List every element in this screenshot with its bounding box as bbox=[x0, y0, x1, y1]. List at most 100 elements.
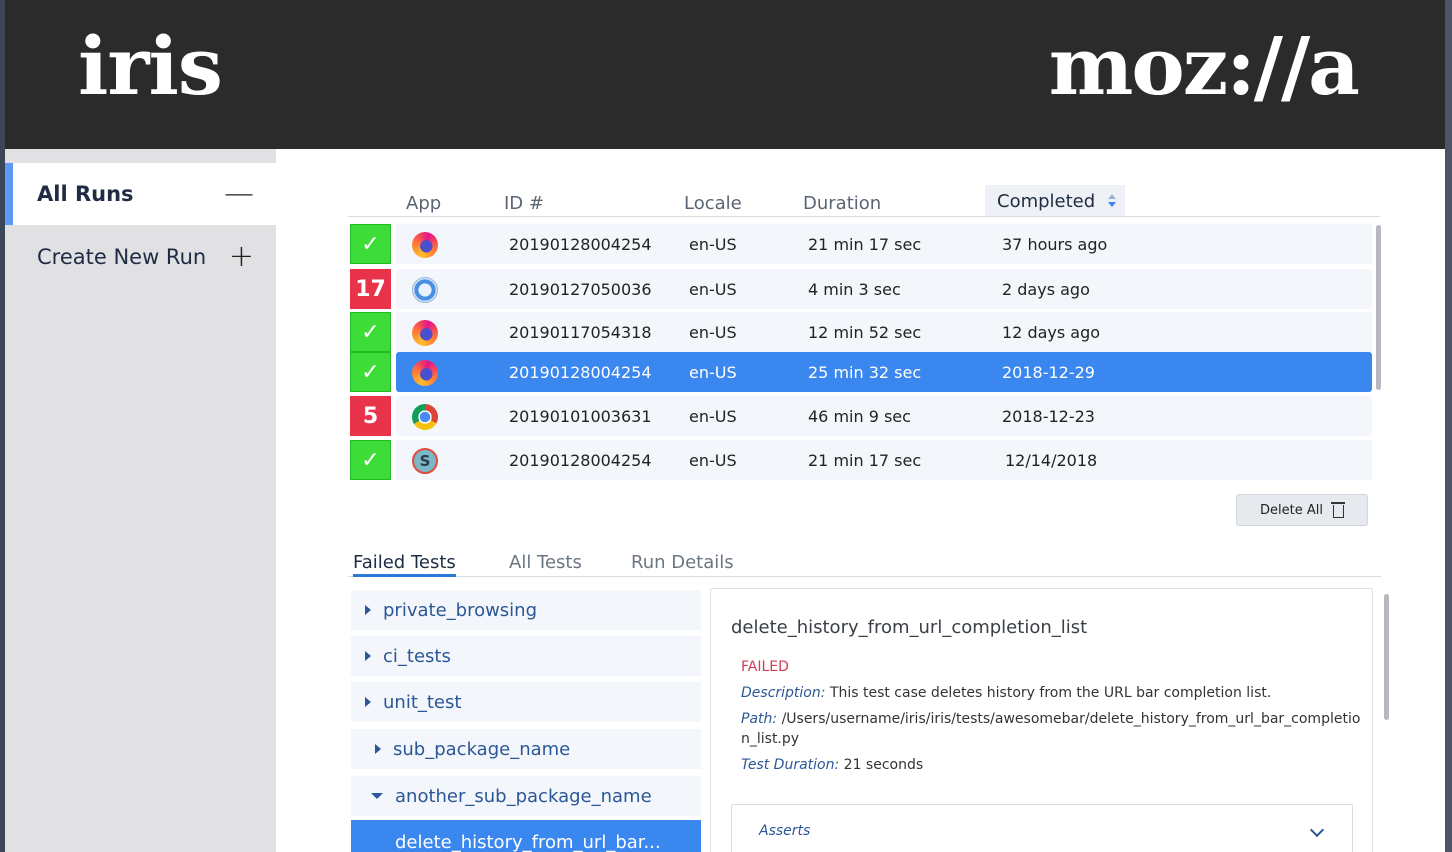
table-row[interactable]: 5 20190101003631 en-US 46 min 9 sec 2018… bbox=[348, 396, 1373, 436]
caret-right-icon bbox=[365, 605, 371, 615]
sidebar-item-create-new-run[interactable]: Create New Run + bbox=[5, 226, 276, 288]
asserts-label: Asserts bbox=[759, 823, 811, 839]
chevron-down-icon[interactable] bbox=[1309, 822, 1325, 838]
firefox-icon bbox=[412, 360, 438, 386]
column-header-locale[interactable]: Locale bbox=[684, 193, 742, 214]
tree-item-sub-package-name[interactable]: sub_package_name bbox=[351, 729, 701, 769]
run-completed: 2018-12-23 bbox=[1002, 407, 1095, 426]
column-header-label: Completed bbox=[997, 191, 1096, 212]
run-duration: 4 min 3 sec bbox=[808, 280, 901, 299]
run-completed: 12 days ago bbox=[1002, 323, 1101, 342]
run-duration: 21 min 17 sec bbox=[808, 235, 922, 254]
tab-failed-tests[interactable]: Failed Tests bbox=[353, 552, 456, 577]
firefox-icon bbox=[412, 232, 438, 258]
iris-app-window: iris moz://a All Runs — Create New Run +… bbox=[5, 0, 1445, 852]
table-row-selected[interactable]: ✓ 20190128004254 en-US 25 min 32 sec 201… bbox=[348, 352, 1373, 392]
run-completed: 12/14/2018 bbox=[1005, 451, 1098, 470]
table-row[interactable]: ✓ 20190117054318 en-US 12 min 52 sec 12 … bbox=[348, 312, 1373, 352]
tab-all-tests[interactable]: All Tests bbox=[509, 552, 582, 573]
results-tabs: Failed Tests All Tests Run Details bbox=[348, 548, 1381, 577]
tab-run-details[interactable]: Run Details bbox=[631, 552, 734, 573]
tree-item-label: another_sub_package_name bbox=[395, 785, 652, 807]
tree-item-private-browsing[interactable]: private_browsing bbox=[351, 590, 701, 630]
tree-item-selected-test[interactable]: delete_history_from_url_bar... bbox=[351, 820, 701, 852]
tree-item-label: delete_history_from_url_bar... bbox=[395, 832, 661, 852]
pass-check-icon: ✓ bbox=[350, 312, 391, 352]
caret-right-icon bbox=[375, 744, 381, 754]
row-body[interactable]: 20190128004254 en-US 25 min 32 sec 2018-… bbox=[396, 352, 1372, 392]
run-id: 20190128004254 bbox=[509, 451, 652, 470]
run-completed: 2 days ago bbox=[1002, 280, 1090, 299]
run-id: 20190128004254 bbox=[509, 363, 652, 382]
column-header-completed[interactable]: Completed bbox=[985, 185, 1125, 216]
tree-item-label: ci_tests bbox=[383, 645, 451, 667]
tree-item-another-sub-package-name[interactable]: another_sub_package_name bbox=[351, 776, 701, 816]
row-body[interactable]: S 20190128004254 en-US 21 min 17 sec 12/… bbox=[396, 440, 1372, 480]
run-locale: en-US bbox=[689, 280, 737, 299]
sidebar-item-label: All Runs bbox=[37, 182, 134, 206]
run-locale: en-US bbox=[689, 407, 737, 426]
test-description: Description: This test case deletes hist… bbox=[741, 683, 1361, 703]
run-duration: 12 min 52 sec bbox=[808, 323, 922, 342]
tree-item-ci-tests[interactable]: ci_tests bbox=[351, 636, 701, 676]
run-id: 20190117054318 bbox=[509, 323, 652, 342]
path-label: Path: bbox=[741, 711, 778, 727]
tree-item-label: unit_test bbox=[383, 691, 462, 713]
sidebar: All Runs — Create New Run + bbox=[5, 149, 276, 852]
path-text: /Users/username/iris/iris/tests/awesomeb… bbox=[741, 711, 1361, 747]
column-header-id[interactable]: ID # bbox=[504, 193, 544, 214]
runs-scrollbar[interactable] bbox=[1376, 225, 1381, 390]
safari-icon bbox=[412, 277, 438, 303]
sort-icon[interactable] bbox=[1107, 193, 1117, 209]
caret-down-icon bbox=[371, 793, 383, 799]
test-duration: Test Duration: 21 seconds bbox=[741, 755, 1361, 775]
table-row[interactable]: 17 20190127050036 en-US 4 min 3 sec 2 da… bbox=[348, 269, 1373, 309]
header-bar: iris moz://a bbox=[5, 0, 1445, 149]
run-duration: 46 min 9 sec bbox=[808, 407, 911, 426]
test-title: delete_history_from_url_completion_list bbox=[731, 617, 1088, 638]
run-locale: en-US bbox=[689, 451, 737, 470]
column-header-app[interactable]: App bbox=[406, 193, 441, 214]
collapse-icon[interactable]: — bbox=[224, 179, 254, 209]
row-body[interactable]: 20190117054318 en-US 12 min 52 sec 12 da… bbox=[396, 312, 1372, 352]
run-completed: 37 hours ago bbox=[1002, 235, 1108, 254]
failed-count-badge: 17 bbox=[350, 269, 391, 309]
trash-icon bbox=[1330, 502, 1345, 518]
iris-logo: iris bbox=[78, 19, 223, 113]
description-text: This test case deletes history from the … bbox=[829, 685, 1272, 701]
sidebar-item-all-runs[interactable]: All Runs — bbox=[5, 163, 276, 225]
detail-scrollbar[interactable] bbox=[1384, 594, 1389, 720]
delete-all-label: Delete All bbox=[1260, 502, 1323, 518]
caret-right-icon bbox=[365, 697, 371, 707]
run-locale: en-US bbox=[689, 323, 737, 342]
tree-item-unit-test[interactable]: unit_test bbox=[351, 682, 701, 722]
duration-text: 21 seconds bbox=[843, 757, 924, 773]
failed-count-badge: 5 bbox=[350, 396, 391, 436]
run-locale: en-US bbox=[689, 235, 737, 254]
run-completed: 2018-12-29 bbox=[1002, 363, 1095, 382]
table-row[interactable]: ✓ 20190128004254 en-US 21 min 17 sec 37 … bbox=[348, 224, 1373, 264]
test-detail-panel: delete_history_from_url_completion_list … bbox=[710, 588, 1373, 852]
test-status: FAILED bbox=[741, 659, 789, 675]
duration-label: Test Duration: bbox=[741, 757, 840, 773]
caret-right-icon bbox=[365, 651, 371, 661]
run-duration: 25 min 32 sec bbox=[808, 363, 922, 382]
pass-check-icon: ✓ bbox=[350, 440, 391, 480]
row-body[interactable]: 20190127050036 en-US 4 min 3 sec 2 days … bbox=[396, 269, 1372, 309]
firefox-icon bbox=[412, 320, 438, 346]
s-app-icon: S bbox=[412, 448, 438, 474]
table-row[interactable]: ✓ S 20190128004254 en-US 21 min 17 sec 1… bbox=[348, 440, 1373, 480]
run-id: 20190127050036 bbox=[509, 280, 652, 299]
row-body[interactable]: 20190128004254 en-US 21 min 17 sec 37 ho… bbox=[396, 224, 1372, 264]
column-header-duration[interactable]: Duration bbox=[803, 193, 881, 214]
row-body[interactable]: 20190101003631 en-US 46 min 9 sec 2018-1… bbox=[396, 396, 1372, 436]
run-duration: 21 min 17 sec bbox=[808, 451, 922, 470]
run-id: 20190101003631 bbox=[509, 407, 652, 426]
runs-table: App ID # Locale Duration Completed ✓ 201… bbox=[348, 185, 1388, 480]
delete-all-button[interactable]: Delete All bbox=[1236, 494, 1368, 526]
run-id: 20190128004254 bbox=[509, 235, 652, 254]
tree-item-label: private_browsing bbox=[383, 599, 538, 621]
asserts-accordion[interactable]: Asserts bbox=[731, 804, 1353, 852]
mozilla-logo: moz://a bbox=[1048, 19, 1360, 113]
plus-icon[interactable]: + bbox=[229, 242, 254, 272]
